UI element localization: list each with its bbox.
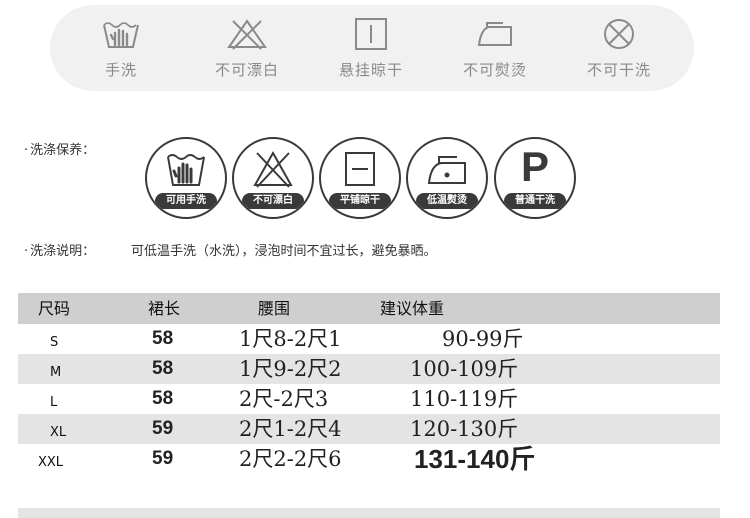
header-weight: 建议体重 <box>380 299 445 318</box>
care-item-no-bleach: 不可漂白 <box>192 17 302 80</box>
waist-cell: 2尺-2尺3 <box>239 387 329 411</box>
instructions-label-text: 洗涤说明： <box>30 244 96 259</box>
weight-cell: 131-140斤 <box>414 444 536 474</box>
instructions-text: 可低温手洗（水洗），浸泡时间不宜过长，避免暴晒。 <box>131 244 437 259</box>
care-badge-label: 低温熨烫 <box>416 193 478 209</box>
no-bleach-icon <box>227 19 267 50</box>
length-cell: 58 <box>152 358 174 379</box>
length-cell: 59 <box>152 448 174 469</box>
care-item-label: 不可熨烫 <box>462 61 527 79</box>
table-header-row: 尺码 裙长 腰围 建议体重 <box>18 293 720 324</box>
care-item-hang-dry: 悬挂晾干 <box>316 17 426 80</box>
length-cell: 59 <box>152 418 174 439</box>
care-badge-no-bleach: 不可漂白 <box>232 137 314 219</box>
instructions-section-label: · 洗涤说明： <box>24 240 95 259</box>
hang-dry-icon <box>355 18 387 50</box>
table-row: XXL 59 2尺2-2尺6 131-140斤 <box>18 444 720 474</box>
table-row: M 58 1尺9-2尺2 100-109斤 <box>18 354 720 384</box>
size-table: 尺码 裙长 腰围 建议体重 S 58 1尺8-2尺1 90-99斤 M 58 1… <box>18 293 720 474</box>
care-item-no-iron: 不可熨烫 <box>440 17 550 80</box>
size-cell: XXL <box>38 455 64 470</box>
care-badge-label: 可用手洗 <box>155 193 217 209</box>
care-badge-flat-dry: 平铺晾干 <box>319 137 401 219</box>
no-bleach-icon <box>253 150 293 188</box>
dry-clean-p-icon: P <box>520 143 549 190</box>
length-cell: 58 <box>152 328 174 349</box>
header-length: 裙长 <box>148 299 181 318</box>
table-row: S 58 1尺8-2尺1 90-99斤 <box>18 324 720 354</box>
weight-cell: 120-130斤 <box>410 417 519 441</box>
care-badge-hand-wash: 可用手洗 <box>145 137 227 219</box>
table-row: XL 59 2尺1-2尺4 120-130斤 <box>18 414 720 444</box>
weight-cell: 110-119斤 <box>410 387 519 411</box>
waist-cell: 2尺1-2尺4 <box>239 417 342 441</box>
length-cell: 58 <box>152 388 174 409</box>
hand-wash-icon <box>103 22 139 48</box>
care-label-text: 洗涤保养： <box>30 143 96 158</box>
flat-dry-icon <box>345 152 375 186</box>
no-tumble-dry-icon <box>604 19 634 49</box>
waist-cell: 1尺9-2尺2 <box>239 357 342 381</box>
care-item-label: 不可干洗 <box>586 61 651 79</box>
care-section-label: · 洗涤保养： <box>24 139 95 158</box>
care-badge-label: 普通干洗 <box>504 193 566 209</box>
waist-cell: 1尺8-2尺1 <box>239 327 342 351</box>
care-item-no-tumble-dry: 不可干洗 <box>564 17 674 80</box>
care-item-label: 不可漂白 <box>214 61 279 79</box>
care-item-label: 手洗 <box>104 61 137 79</box>
table-bottom-strip <box>18 508 720 518</box>
bullet-icon: · <box>24 244 29 259</box>
no-iron-icon <box>477 22 512 46</box>
care-symbol-bar: 手洗 不可漂白 悬挂晾干 不可熨烫 不可干洗 <box>50 5 694 91</box>
low-iron-icon <box>427 156 466 184</box>
care-badge-label: 不可漂白 <box>242 193 304 209</box>
care-badge-label: 平铺晾干 <box>329 193 391 209</box>
care-item-label: 悬挂晾干 <box>338 61 403 79</box>
header-size: 尺码 <box>38 299 71 318</box>
waist-cell: 2尺2-2尺6 <box>239 447 342 471</box>
care-item-hand-wash: 手洗 <box>66 17 176 80</box>
bullet-icon: · <box>24 143 29 158</box>
hand-wash-icon <box>167 154 205 186</box>
care-badge-dry-clean: P 普通干洗 <box>494 137 576 219</box>
weight-cell: 100-109斤 <box>410 357 519 381</box>
care-badge-low-iron: 低温熨烫 <box>406 137 488 219</box>
header-waist: 腰围 <box>258 299 291 318</box>
weight-cell: 90-99斤 <box>442 327 524 351</box>
table-row: L 58 2尺-2尺3 110-119斤 <box>18 384 720 414</box>
